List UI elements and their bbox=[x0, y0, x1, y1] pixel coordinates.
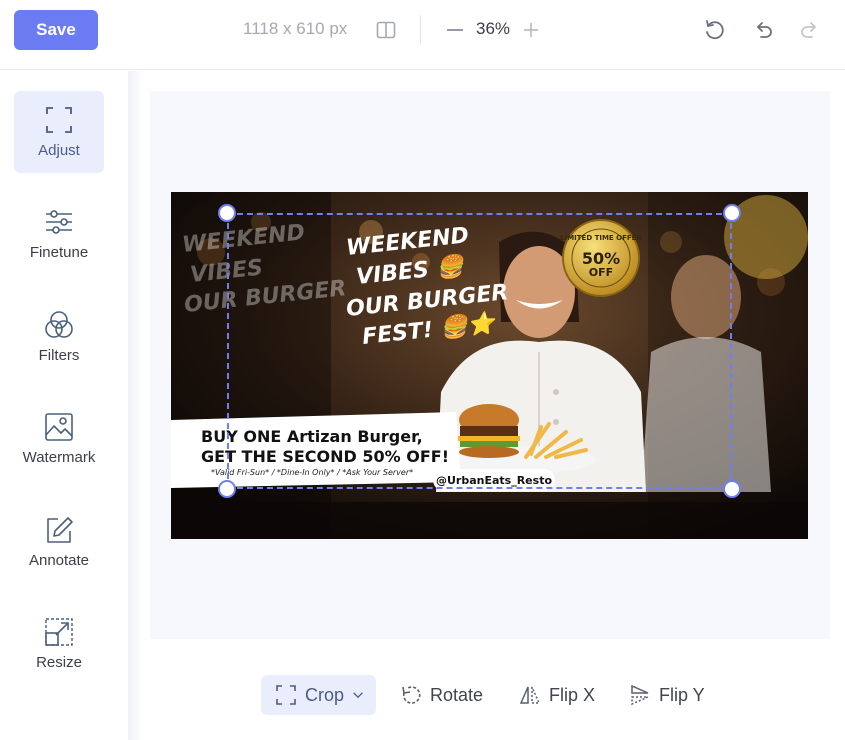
tool-sidebar: Adjust Finetune Filters Watermark Annota… bbox=[0, 71, 128, 740]
sidebar-item-watermark[interactable]: Watermark bbox=[14, 398, 104, 480]
sidebar-item-filters[interactable]: Filters bbox=[14, 296, 104, 378]
reset-icon[interactable] bbox=[702, 18, 726, 42]
transform-toolbar: Crop Rotate Flip X Flip Y bbox=[150, 660, 830, 730]
image-dimensions: 1118 x 610 px bbox=[243, 19, 348, 38]
sidebar-item-label: Watermark bbox=[22, 449, 96, 466]
color-circles-icon bbox=[45, 311, 73, 338]
crop-selection[interactable] bbox=[227, 213, 732, 489]
chevron-down-icon bbox=[353, 692, 363, 699]
compare-icon[interactable] bbox=[376, 21, 396, 39]
flip-y-label: Flip Y bbox=[659, 684, 705, 705]
sidebar-item-finetune[interactable]: Finetune bbox=[14, 193, 104, 275]
sidebar-item-label: Resize bbox=[36, 654, 82, 671]
sidebar-item-adjust[interactable]: Adjust bbox=[14, 91, 104, 173]
flip-y-icon bbox=[631, 684, 649, 706]
sidebar-item-label: Finetune bbox=[29, 244, 89, 261]
sidebar-item-label: Annotate bbox=[28, 552, 90, 569]
sidebar-item-annotate[interactable]: Annotate bbox=[14, 501, 104, 583]
pen-square-icon bbox=[47, 517, 73, 543]
save-button[interactable]: Save bbox=[14, 10, 98, 50]
crop-handle-top-left[interactable] bbox=[218, 204, 236, 222]
crop-label: Crop bbox=[305, 684, 345, 705]
sliders-icon bbox=[46, 210, 72, 234]
sidebar-item-label: Adjust bbox=[38, 142, 80, 159]
rotate-button[interactable]: Rotate bbox=[400, 675, 483, 715]
undo-icon[interactable] bbox=[751, 18, 775, 42]
sidebar-item-label: Filters bbox=[38, 347, 80, 364]
crop-handle-top-right[interactable] bbox=[723, 204, 741, 222]
rotate-icon bbox=[402, 686, 421, 704]
top-toolbar: Save 1118 x 610 px 36% bbox=[0, 0, 845, 70]
crop-handle-bottom-left[interactable] bbox=[218, 480, 236, 498]
zoom-in-icon[interactable] bbox=[521, 20, 541, 40]
flip-y-button[interactable]: Flip Y bbox=[629, 675, 705, 715]
zoom-level: 36% bbox=[476, 19, 511, 38]
image-icon bbox=[45, 413, 73, 441]
crop-icon bbox=[276, 685, 296, 705]
resize-icon bbox=[45, 618, 73, 646]
zoom-out-icon[interactable] bbox=[445, 20, 465, 40]
toolbar-divider bbox=[420, 15, 421, 45]
crop-dropdown[interactable]: Crop bbox=[261, 675, 376, 715]
crop-handle-bottom-right[interactable] bbox=[723, 480, 741, 498]
flip-x-icon bbox=[519, 686, 541, 704]
flip-x-button[interactable]: Flip X bbox=[519, 675, 595, 715]
sidebar-item-resize[interactable]: Resize bbox=[14, 603, 104, 685]
rotate-label: Rotate bbox=[430, 684, 484, 705]
redo-icon[interactable] bbox=[798, 18, 822, 42]
sidebar-divider bbox=[128, 71, 140, 740]
crop-frame-icon bbox=[46, 107, 72, 133]
flip-x-label: Flip X bbox=[549, 684, 596, 705]
